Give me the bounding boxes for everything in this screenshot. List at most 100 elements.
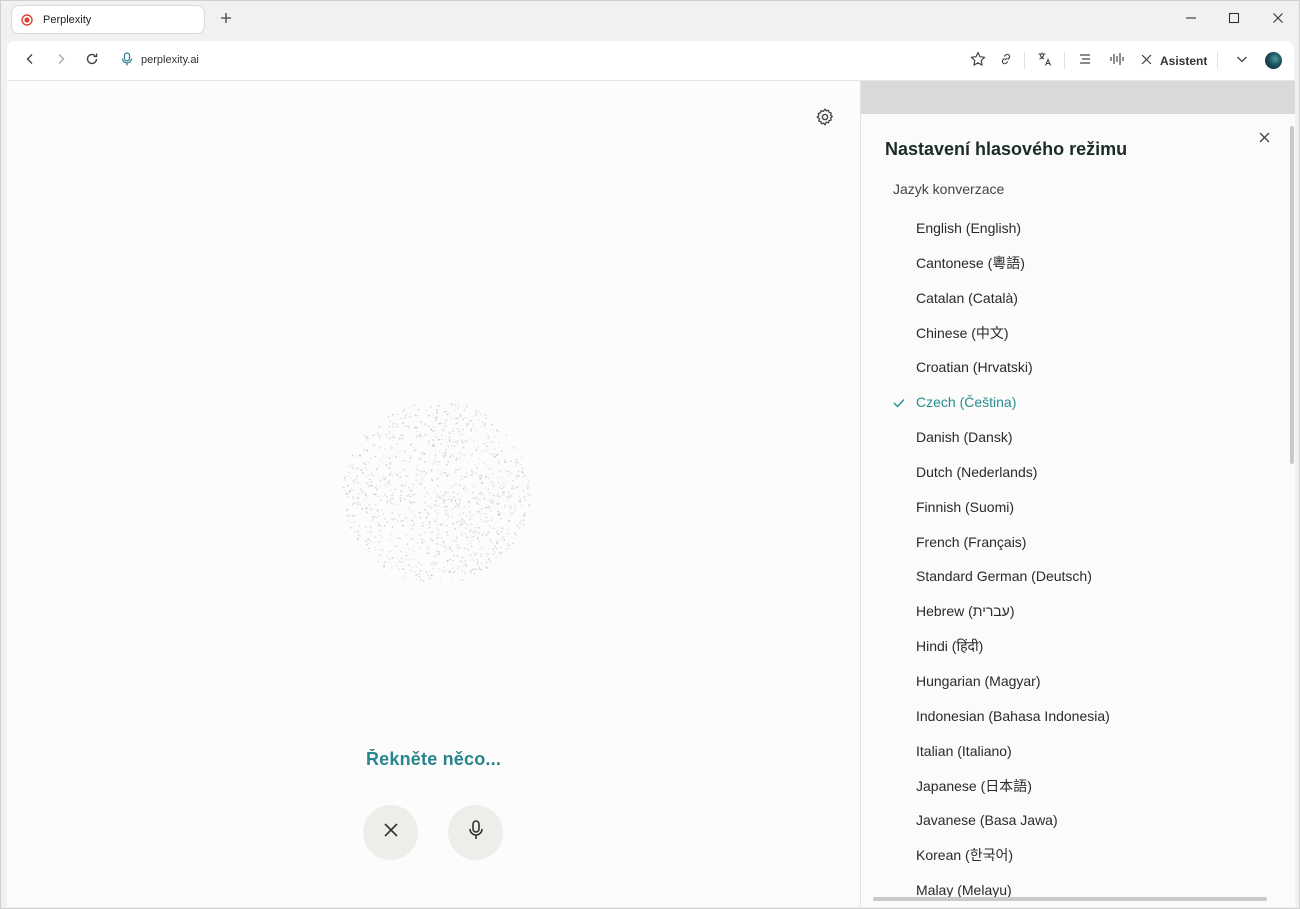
language-option[interactable]: Czech (Čeština) [861, 385, 1281, 420]
browser-menu-button[interactable] [1232, 51, 1252, 71]
language-option[interactable]: Italian (Italiano) [861, 734, 1281, 769]
language-option[interactable]: Cantonese (粵語) [861, 246, 1281, 281]
language-option-label: Korean (한국어) [916, 847, 1013, 864]
language-option[interactable]: Javanese (Basa Jawa) [861, 803, 1281, 838]
language-option-label: Hebrew (עברית) [916, 603, 1015, 620]
horizontal-scrollbar[interactable] [865, 895, 1285, 903]
panel-title: Nastavení hlasového režimu [885, 139, 1128, 159]
language-option[interactable]: Catalan (Català) [861, 281, 1281, 316]
language-option-label: English (English) [916, 220, 1022, 236]
language-option-label: Danish (Dansk) [916, 429, 1013, 446]
assistant-label: Asistent [1160, 54, 1208, 68]
voice-prompt: Řekněte něco... [7, 749, 860, 770]
toolbar-separator [1064, 52, 1065, 69]
language-option[interactable]: Hebrew (עברית) [861, 594, 1281, 629]
browser-toolbar: perplexity.ai Asistent [7, 41, 1294, 81]
language-option[interactable]: Dutch (Nederlands) [861, 455, 1281, 490]
forward-button[interactable] [51, 51, 71, 71]
language-option[interactable]: Chinese (中文) [861, 316, 1281, 351]
profile-avatar[interactable] [1265, 52, 1282, 69]
language-option-label: Hindi (हिंदी) [916, 638, 984, 655]
language-section-label: Jazyk konverzace [893, 181, 1005, 197]
checkmark-icon [893, 385, 907, 420]
link-icon [999, 52, 1013, 71]
language-option[interactable]: Hungarian (Magyar) [861, 664, 1281, 699]
language-option[interactable]: Hindi (हिंदी) [861, 629, 1281, 664]
copy-link-button[interactable] [996, 51, 1016, 71]
close-icon [1259, 130, 1270, 148]
language-option-label: French (Français) [916, 533, 1027, 550]
chevron-down-icon [1236, 52, 1248, 70]
star-icon [970, 51, 986, 72]
reload-button[interactable] [82, 51, 102, 71]
language-option[interactable]: Finnish (Suomi) [861, 490, 1281, 525]
page-content: Řekněte něco... Nastavení hlasového reži… [7, 81, 1295, 907]
close-icon [1272, 11, 1284, 29]
language-option-label: Standard German (Deutsch) [916, 568, 1092, 585]
back-button[interactable] [20, 51, 40, 71]
site-mic-indicator[interactable] [117, 51, 137, 71]
language-option[interactable]: Croatian (Hrvatski) [861, 350, 1281, 385]
minimize-icon [1185, 11, 1197, 29]
bookmark-button[interactable] [968, 51, 988, 71]
language-option-label: Dutch (Nederlands) [916, 463, 1038, 480]
language-option-label: Finnish (Suomi) [916, 498, 1015, 515]
tab-strip: Perplexity [1, 1, 1299, 41]
language-option-label: Chinese (中文) [916, 324, 1009, 341]
browser-window: Perplexity perplexity.ai Asistent Řeknět… [0, 0, 1300, 909]
chevron-left-icon [24, 52, 36, 70]
language-option[interactable]: Japanese (日本語) [861, 769, 1281, 804]
maximize-icon [1228, 11, 1240, 29]
vertical-scrollbar[interactable] [1288, 114, 1294, 897]
new-tab-button[interactable] [216, 10, 236, 30]
voice-mode-main: Řekněte něco... [7, 81, 860, 907]
language-option[interactable]: Korean (한국어) [861, 838, 1281, 873]
gear-icon [815, 108, 835, 131]
language-option-label: Italian (Italiano) [916, 742, 1012, 759]
microphone-button[interactable] [448, 805, 503, 860]
audio-wave-icon [1109, 52, 1125, 71]
microphone-icon [121, 51, 133, 71]
assistant-button[interactable]: Asistent [1141, 51, 1207, 71]
tab-perplexity[interactable]: Perplexity [11, 5, 205, 34]
close-icon [1141, 54, 1152, 68]
close-icon [383, 822, 399, 843]
toolbar-separator [1024, 52, 1025, 69]
plus-icon [220, 11, 232, 29]
maximize-button[interactable] [1222, 9, 1246, 31]
language-option-label: Czech (Čeština) [916, 394, 1017, 411]
language-option[interactable]: Danish (Dansk) [861, 420, 1281, 455]
reload-icon [85, 52, 99, 71]
horizontal-scrollbar-thumb[interactable] [873, 897, 1267, 901]
language-option-label: Japanese (日本語) [916, 777, 1032, 794]
language-option[interactable]: English (English) [861, 211, 1281, 246]
language-option-label: Indonesian (Bahasa Indonesia) [916, 707, 1110, 724]
address-bar[interactable]: perplexity.ai [141, 54, 199, 66]
language-option-label: Croatian (Hrvatski) [916, 359, 1033, 376]
voice-settings-panel: Nastavení hlasového režimu Jazyk konverz… [860, 81, 1295, 907]
panel-header-strip [861, 81, 1295, 114]
perplexity-record-icon [21, 13, 33, 26]
cancel-voice-button[interactable] [363, 805, 418, 860]
reader-mode-button[interactable] [1075, 51, 1095, 71]
minimize-button[interactable] [1179, 9, 1203, 31]
language-option-label: Javanese (Basa Jawa) [916, 812, 1058, 829]
tab-title: Perplexity [43, 13, 92, 26]
toolbar-separator [1217, 52, 1218, 69]
voice-settings-button[interactable] [815, 107, 835, 127]
language-option-label: Catalan (Català) [916, 289, 1018, 306]
vertical-scrollbar-thumb[interactable] [1290, 126, 1294, 464]
panel-close-button[interactable] [1254, 129, 1274, 149]
audio-button[interactable] [1107, 51, 1127, 71]
close-window-button[interactable] [1266, 9, 1290, 31]
language-option[interactable]: French (Français) [861, 525, 1281, 560]
microphone-icon [468, 820, 484, 845]
language-list: English (English) Cantonese (粵語) Catalan (… [861, 211, 1281, 908]
language-option[interactable]: Indonesian (Bahasa Indonesia) [861, 699, 1281, 734]
language-option-label: Hungarian (Magyar) [916, 672, 1041, 689]
translate-button[interactable] [1035, 51, 1055, 71]
voice-particle-orb [342, 403, 531, 583]
reader-mode-icon [1078, 52, 1092, 70]
chevron-right-icon [55, 52, 67, 70]
language-option[interactable]: Standard German (Deutsch) [861, 559, 1281, 594]
